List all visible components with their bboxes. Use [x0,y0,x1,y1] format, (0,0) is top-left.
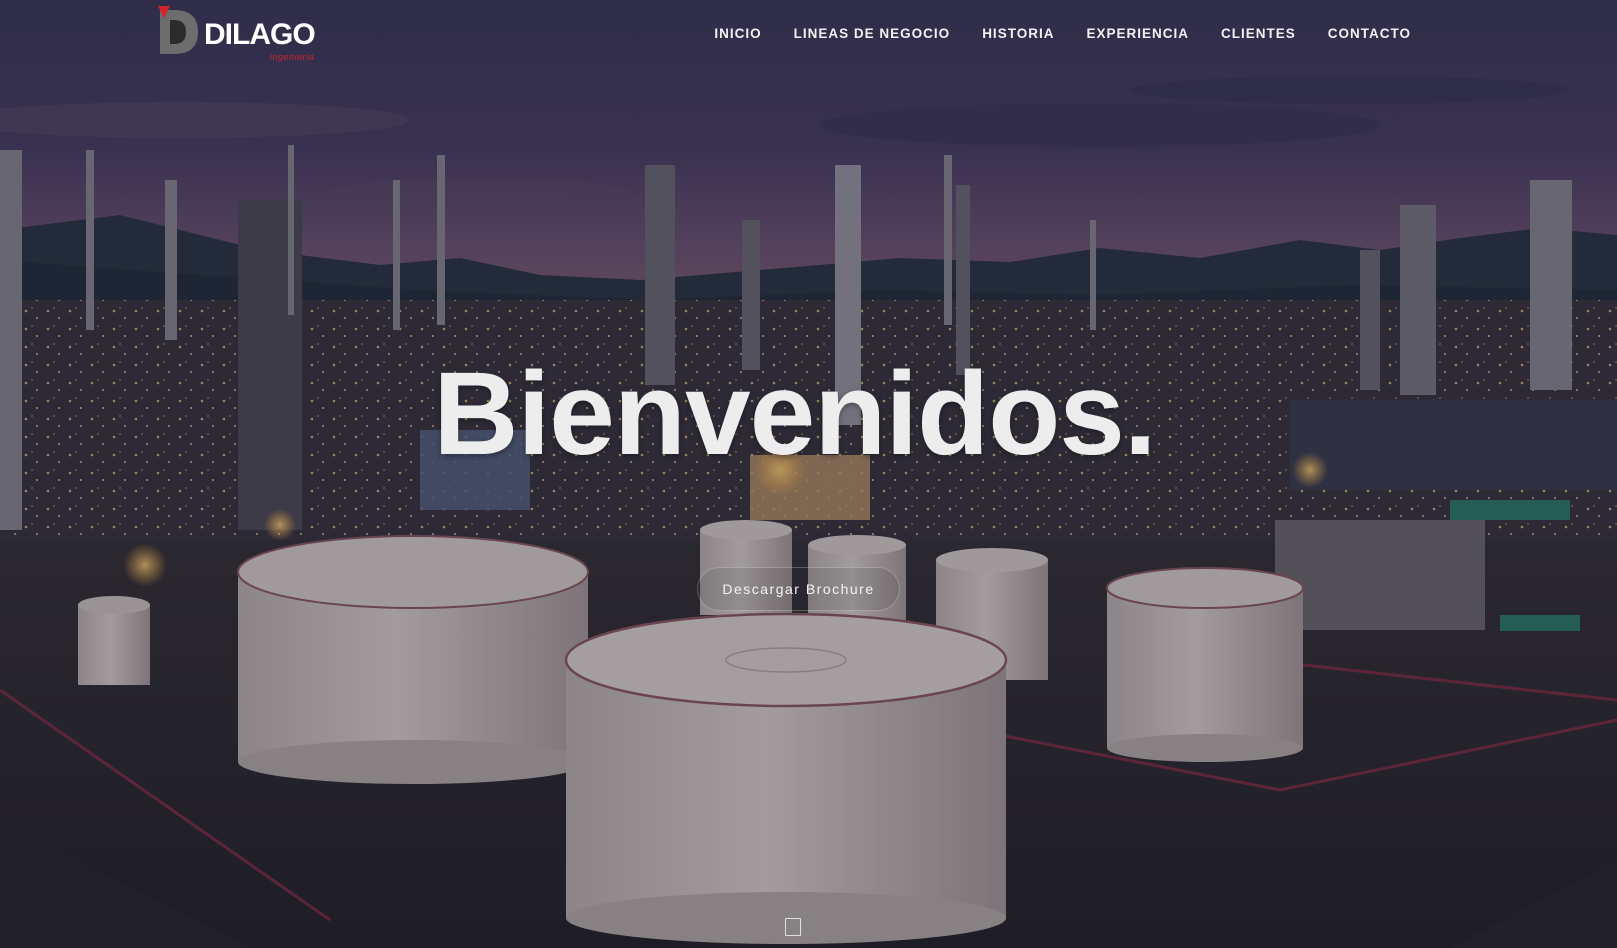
nav-link-inicio[interactable]: INICIO [698,24,777,43]
scroll-down-icon[interactable] [785,918,801,936]
site-logo[interactable]: DILAGO ingeniería [158,4,334,64]
main-navigation: INICIO LINEAS DE NEGOCIO HISTORIA EXPERI… [698,24,1427,43]
nav-link-clientes[interactable]: CLIENTES [1205,24,1312,43]
hero-headline: Bienvenidos. [0,355,1617,473]
download-brochure-button[interactable]: Descargar Brochure [697,567,900,611]
nav-link-experiencia[interactable]: EXPERIENCIA [1070,24,1205,43]
dilago-d-logo-icon [158,6,198,54]
hero-section: DILAGO ingeniería INICIO LINEAS DE NEGOC… [0,0,1617,948]
hero-title: Bienvenidos. [433,348,1156,480]
nav-link-historia[interactable]: HISTORIA [966,24,1070,43]
site-header: DILAGO ingeniería INICIO LINEAS DE NEGOC… [0,0,1617,72]
nav-link-contacto[interactable]: CONTACTO [1312,24,1427,43]
logo-tagline: ingeniería [270,52,315,62]
nav-link-lineas-de-negocio[interactable]: LINEAS DE NEGOCIO [778,24,967,43]
logo-wordmark: DILAGO [204,18,316,51]
